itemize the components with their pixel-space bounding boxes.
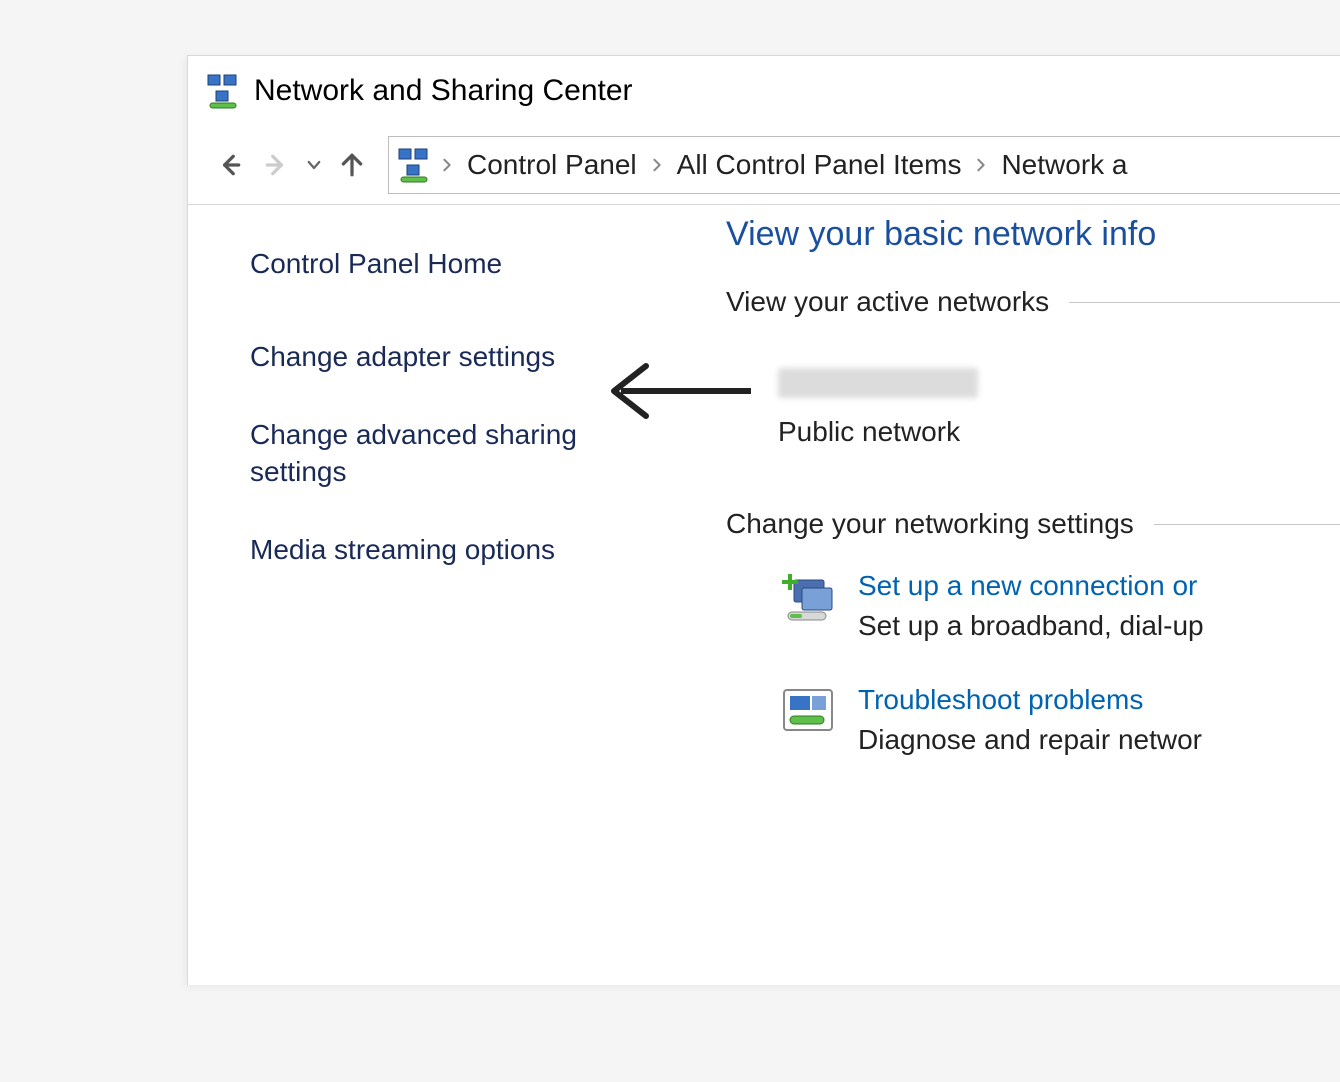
network-center-icon bbox=[206, 73, 242, 109]
media-streaming-options-link[interactable]: Media streaming options bbox=[250, 531, 630, 569]
network-type-label: Public network bbox=[778, 416, 1340, 448]
chevron-right-icon bbox=[973, 157, 989, 173]
page-heading: View your basic network info bbox=[726, 215, 1340, 254]
settings-list: Set up a new connection or Set up a broa… bbox=[780, 570, 1340, 756]
section-rule bbox=[1069, 302, 1340, 303]
change-adapter-settings-link[interactable]: Change adapter settings bbox=[250, 338, 630, 376]
address-box[interactable]: Control Panel All Control Panel Items Ne… bbox=[388, 136, 1340, 194]
active-network-block: Public network bbox=[778, 368, 1340, 448]
network-name-redacted bbox=[778, 368, 978, 398]
network-center-icon bbox=[397, 147, 433, 183]
back-button[interactable] bbox=[210, 145, 250, 185]
section-label: View your active networks bbox=[726, 286, 1049, 318]
up-button[interactable] bbox=[332, 145, 372, 185]
titlebar: Network and Sharing Center bbox=[188, 56, 1340, 126]
section-rule bbox=[1154, 524, 1340, 525]
setup-connection-link[interactable]: Set up a new connection or bbox=[858, 570, 1204, 602]
control-panel-home-link[interactable]: Control Panel Home bbox=[250, 245, 630, 283]
recent-locations-dropdown[interactable] bbox=[302, 156, 326, 174]
active-networks-section: View your active networks bbox=[726, 286, 1340, 318]
change-settings-section: Change your networking settings bbox=[726, 508, 1340, 540]
setup-connection-item: Set up a new connection or Set up a broa… bbox=[780, 570, 1340, 642]
troubleshoot-item: Troubleshoot problems Diagnose and repai… bbox=[780, 684, 1340, 756]
content-area: Control Panel Home Change adapter settin… bbox=[188, 205, 1340, 985]
network-sharing-window: Network and Sharing Center bbox=[187, 55, 1340, 985]
breadcrumb-item[interactable]: Network a bbox=[995, 149, 1133, 181]
chevron-right-icon bbox=[649, 157, 665, 173]
section-label: Change your networking settings bbox=[726, 508, 1134, 540]
setup-connection-desc: Set up a broadband, dial-up bbox=[858, 610, 1204, 642]
troubleshoot-link[interactable]: Troubleshoot problems bbox=[858, 684, 1202, 716]
side-pane: Control Panel Home Change adapter settin… bbox=[188, 205, 678, 985]
breadcrumb-item[interactable]: All Control Panel Items bbox=[671, 149, 968, 181]
breadcrumb-item[interactable]: Control Panel bbox=[461, 149, 643, 181]
addressbar: Control Panel All Control Panel Items Ne… bbox=[188, 126, 1340, 204]
forward-button[interactable] bbox=[256, 145, 296, 185]
main-pane: View your basic network info View your a… bbox=[678, 205, 1340, 985]
setup-connection-icon bbox=[780, 570, 836, 626]
chevron-right-icon bbox=[439, 157, 455, 173]
window-title: Network and Sharing Center bbox=[254, 74, 633, 108]
troubleshoot-icon bbox=[780, 684, 836, 740]
change-advanced-sharing-link[interactable]: Change advanced sharing settings bbox=[250, 416, 630, 492]
troubleshoot-desc: Diagnose and repair networ bbox=[858, 724, 1202, 756]
